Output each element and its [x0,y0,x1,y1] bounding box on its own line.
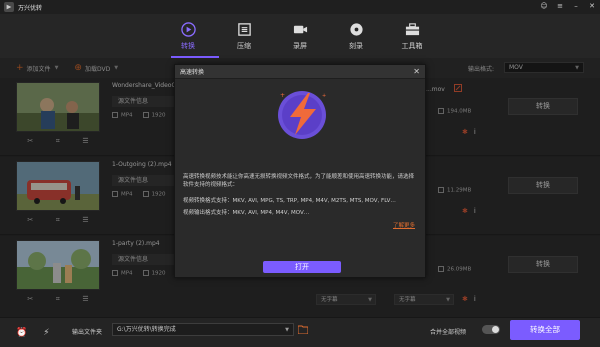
menu-icon[interactable]: ≡ [556,2,564,11]
tab-record-label: 录屏 [293,41,307,50]
merge-videos-label: 合并全部视频 [430,329,467,336]
window-controls: ☺ ≡ – ✕ [540,2,596,11]
svg-text:+: + [322,93,326,99]
app-window: 万兴优转 ☺ ≡ – ✕ 转换 压缩 录屏 刻录 工具箱 + 添加文件 ▼ ⊕ … [0,0,600,347]
open-button[interactable]: 打开 [263,261,341,273]
merge-videos-toggle[interactable] [482,325,500,334]
tab-burn-label: 刻录 [349,41,363,50]
chevron-down-icon: ▼ [285,327,289,333]
convert-icon [180,21,196,37]
output-path-value: G:\万兴优转\转换完成 [117,326,176,333]
toolbox-icon [405,22,419,35]
dialog-description: 高速转换视频技术能让你高速无损转换视频文件格式，为了能顺差和使用高速转换功能，请… [183,174,415,188]
compress-icon [237,22,251,36]
burn-icon [349,22,363,36]
dialog-header: 高速转换 [175,65,425,79]
convert-all-button[interactable]: 转换全部 [510,320,580,340]
dialog-title: 高速转换 [180,69,205,76]
learn-more-link[interactable]: 了解更多 [393,221,415,229]
tab-record[interactable]: 录屏 [272,14,328,58]
tab-toolbox[interactable]: 工具箱 [384,14,440,58]
tab-burn[interactable]: 刻录 [328,14,384,58]
output-formats-text: 视频输出格式支持：MKV, AVI, MP4, M4V, MOV… [183,210,310,216]
schedule-icon[interactable]: ⏰ [16,328,27,338]
tab-compress-label: 压缩 [237,41,251,50]
high-speed-icon[interactable]: ⚡ [43,328,49,338]
input-formats-text: 视频转换格式支持：MKV, AVI, MPG, TS, TRP, MP4, M4… [183,198,396,204]
output-folder-label: 输出文件夹 [72,329,103,336]
high-speed-dialog: 高速转换 ✕ + + 高速转换视频技术能让你高速无损转换视频文件格式，为了能顺差… [174,64,426,278]
minimize-icon[interactable]: – [572,2,580,11]
output-path-select[interactable]: G:\万兴优转\转换完成 ▼ [112,323,294,336]
svg-text:+: + [280,92,285,99]
record-icon [293,25,307,33]
folder-icon[interactable] [298,325,308,334]
close-icon[interactable]: ✕ [413,67,420,76]
tab-convert-label: 转换 [181,41,195,50]
app-logo-icon [4,2,14,12]
tab-convert[interactable]: 转换 [160,14,216,58]
tab-compress[interactable]: 压缩 [216,14,272,58]
lightning-icon: + + [278,91,326,139]
app-title: 万兴优转 [18,4,43,12]
close-window-icon[interactable]: ✕ [588,2,596,11]
user-icon[interactable]: ☺ [540,2,548,11]
title-bar: 万兴优转 ☺ ≡ – ✕ [0,0,600,14]
tab-toolbox-label: 工具箱 [401,41,423,50]
main-nav: 转换 压缩 录屏 刻录 工具箱 [0,14,600,58]
